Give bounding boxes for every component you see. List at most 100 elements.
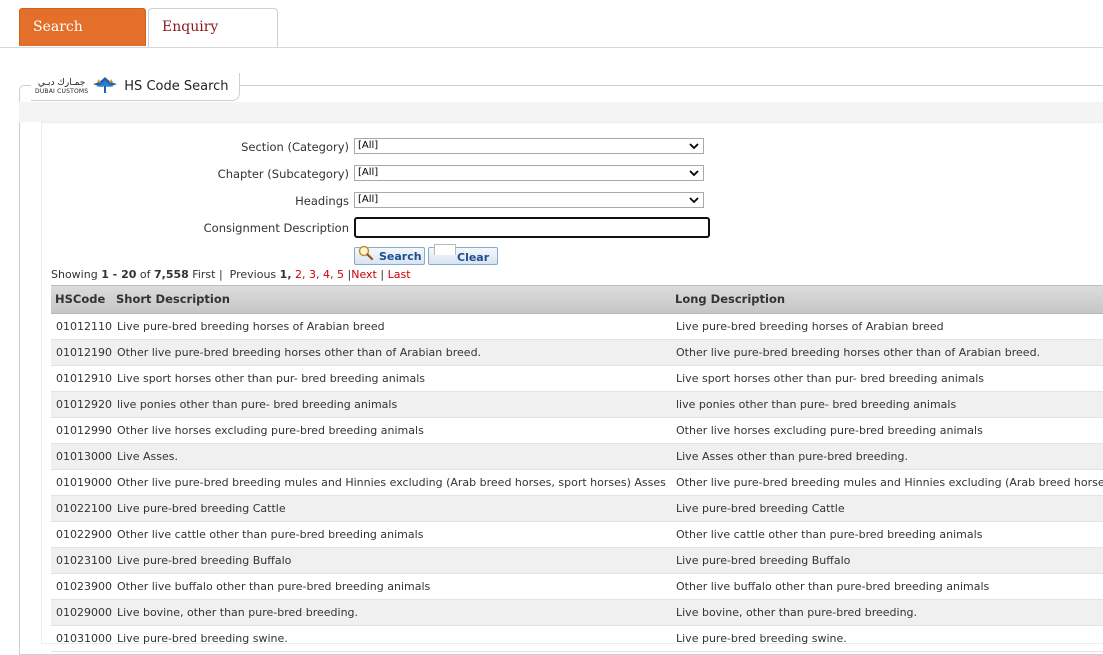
cell-hscode: 01019000	[56, 476, 112, 489]
section-row: Section (Category) [All]	[41, 137, 721, 157]
table-row[interactable]: 01019000 Other live pure-bred breeding mu…	[51, 470, 1103, 496]
pager-current-page: 1,	[279, 268, 292, 281]
pager-last[interactable]: Last	[388, 268, 411, 281]
consignment-label: Consignment Description	[203, 221, 349, 235]
cell-hscode: 01012920	[56, 398, 112, 411]
headings-label: Headings	[295, 194, 349, 208]
table-body: 01012110 Live pure-bred breeding horses o…	[51, 314, 1103, 652]
cell-long-description: live ponies other than pure- bred breedi…	[676, 398, 957, 411]
pager-showing: Showing	[51, 268, 98, 281]
hs-code-results-table: HSCode Short Description Long Descriptio…	[51, 285, 1103, 652]
cell-hscode: 01012990	[56, 424, 112, 437]
cell-short-description: Other live pure-bred breeding mules and …	[117, 476, 667, 489]
tab-bar: Search Enquiry	[0, 0, 1103, 48]
table-row[interactable]: 01012920 live ponies other than pure- bre…	[51, 392, 1103, 418]
cell-long-description: Other live horses excluding pure-bred br…	[676, 424, 983, 437]
table-row[interactable]: 01012990 Other live horses excluding pure…	[51, 418, 1103, 444]
table-row[interactable]: 01013000 Live Asses. Live Asses other than…	[51, 444, 1103, 470]
tab-enquiry[interactable]: Enquiry	[148, 8, 278, 47]
table-row[interactable]: 01023900 Other live buffalo other than pu…	[51, 574, 1103, 600]
search-button-label: Search	[379, 250, 422, 263]
headings-select-value: [All]	[358, 194, 379, 205]
panel-header-band	[19, 102, 1103, 122]
column-header-long-description[interactable]: Long Description	[675, 292, 785, 306]
tab-search[interactable]: Search	[19, 8, 146, 46]
consignment-row: Consignment Description	[41, 217, 721, 238]
chapter-select[interactable]: [All]	[354, 165, 704, 181]
chevron-down-icon	[689, 166, 699, 183]
cell-hscode: 01022900	[56, 528, 112, 541]
chapter-row: Chapter (Subcategory) [All]	[41, 164, 721, 184]
logo-english-text: DUBAI CUSTOMS	[35, 87, 89, 95]
clear-button[interactable]: Clear	[428, 244, 498, 265]
chapter-select-value: [All]	[358, 167, 379, 178]
cell-hscode: 01012190	[56, 346, 112, 359]
cell-long-description: Other live buffalo other than pure-bred …	[676, 580, 990, 593]
magnifier-icon	[358, 245, 374, 261]
cell-long-description: Live bovine, other than pure-bred breedi…	[676, 606, 918, 619]
cell-short-description: Live sport horses other than pur- bred b…	[117, 372, 426, 385]
table-row[interactable]: 01022100 Live pure-bred breeding Cattle Li…	[51, 496, 1103, 522]
section-select[interactable]: [All]	[354, 138, 704, 154]
cell-hscode: 01012110	[56, 320, 112, 333]
headings-select[interactable]: [All]	[354, 192, 704, 208]
cell-short-description: Other live pure-bred breeding horses oth…	[117, 346, 482, 359]
cell-long-description: Live pure-bred breeding Cattle	[676, 502, 845, 515]
table-row[interactable]: 01012110 Live pure-bred breeding horses o…	[51, 314, 1103, 340]
chapter-label: Chapter (Subcategory)	[217, 167, 349, 181]
pager-separator: |	[380, 268, 385, 281]
cell-long-description: Live sport horses other than pur- bred b…	[676, 372, 985, 385]
pager-of: of	[139, 268, 151, 281]
headings-row: Headings [All]	[41, 191, 721, 211]
panel-legend: جمـارك دبـي DUBAI CUSTOMS HS Code Search	[31, 73, 240, 101]
cell-hscode: 01023100	[56, 554, 112, 567]
cell-short-description: Live bovine, other than pure-bred breedi…	[117, 606, 359, 619]
pager-page-4[interactable]: 4,	[323, 268, 334, 281]
column-header-hscode[interactable]: HSCode	[55, 292, 105, 306]
cell-short-description: Other live cattle other than pure-bred b…	[117, 528, 424, 541]
cell-hscode: 01012910	[56, 372, 112, 385]
cell-long-description: Live Asses other than pure-bred breeding…	[676, 450, 909, 463]
consignment-description-input[interactable]	[354, 217, 710, 238]
cell-long-description: Live pure-bred breeding Buffalo	[676, 554, 851, 567]
logo-arabic-text: جمـارك دبـي	[37, 77, 86, 88]
pager-previous: Previous	[229, 268, 277, 281]
cell-hscode: 01029000	[56, 606, 112, 619]
table-header: HSCode Short Description Long Descriptio…	[51, 285, 1103, 314]
pager-range: 1 - 20	[101, 268, 137, 281]
pager-page-2[interactable]: 2,	[295, 268, 306, 281]
cell-long-description: Other live pure-bred breeding horses oth…	[676, 346, 1041, 359]
cell-short-description: Live pure-bred breeding Buffalo	[117, 554, 292, 567]
cell-short-description: Live Asses.	[117, 450, 178, 463]
pager-page-3[interactable]: 3,	[309, 268, 320, 281]
cell-long-description: Live pure-bred breeding horses of Arabia…	[676, 320, 944, 333]
table-row[interactable]: 01029000 Live bovine, other than pure-bre…	[51, 600, 1103, 626]
cell-short-description: Live pure-bred breeding horses of Arabia…	[117, 320, 385, 333]
table-row[interactable]: 01012910 Live sport horses other than pur…	[51, 366, 1103, 392]
panel-title: HS Code Search	[124, 79, 229, 94]
search-button[interactable]: Search	[354, 245, 425, 265]
cell-short-description: live ponies other than pure- bred breedi…	[117, 398, 398, 411]
cell-long-description: Other live cattle other than pure-bred b…	[676, 528, 983, 541]
pagination: Showing 1 - 20 of 7,558 First | Previous…	[51, 268, 411, 281]
cell-hscode: 01022100	[56, 502, 112, 515]
chevron-down-icon	[689, 193, 699, 210]
cell-short-description: Live pure-bred breeding Cattle	[117, 502, 286, 515]
dubai-customs-emblem-icon	[92, 75, 118, 98]
section-label: Section (Category)	[241, 140, 349, 154]
table-row[interactable]: 01023100 Live pure-bred breeding Buffalo L…	[51, 548, 1103, 574]
column-header-short-description[interactable]: Short Description	[116, 292, 230, 306]
chevron-down-icon	[689, 139, 699, 156]
cell-long-description: Other live pure-bred breeding mules and …	[676, 476, 1103, 489]
clear-icon	[434, 244, 456, 255]
dubai-customs-logo: جمـارك دبـي DUBAI CUSTOMS	[35, 77, 89, 95]
pager-separator: |	[218, 268, 223, 281]
table-row[interactable]: 01031000 Live pure-bred breeding swine. Li…	[51, 626, 1103, 652]
pager-next[interactable]: Next	[351, 268, 377, 281]
pager-total: 7,558	[154, 268, 189, 281]
pager-first: First	[192, 268, 216, 281]
table-row[interactable]: 01012190 Other live pure-bred breeding ho…	[51, 340, 1103, 366]
pager-page-5[interactable]: 5	[337, 268, 344, 281]
cell-hscode: 01013000	[56, 450, 112, 463]
table-row[interactable]: 01022900 Other live cattle other than pur…	[51, 522, 1103, 548]
